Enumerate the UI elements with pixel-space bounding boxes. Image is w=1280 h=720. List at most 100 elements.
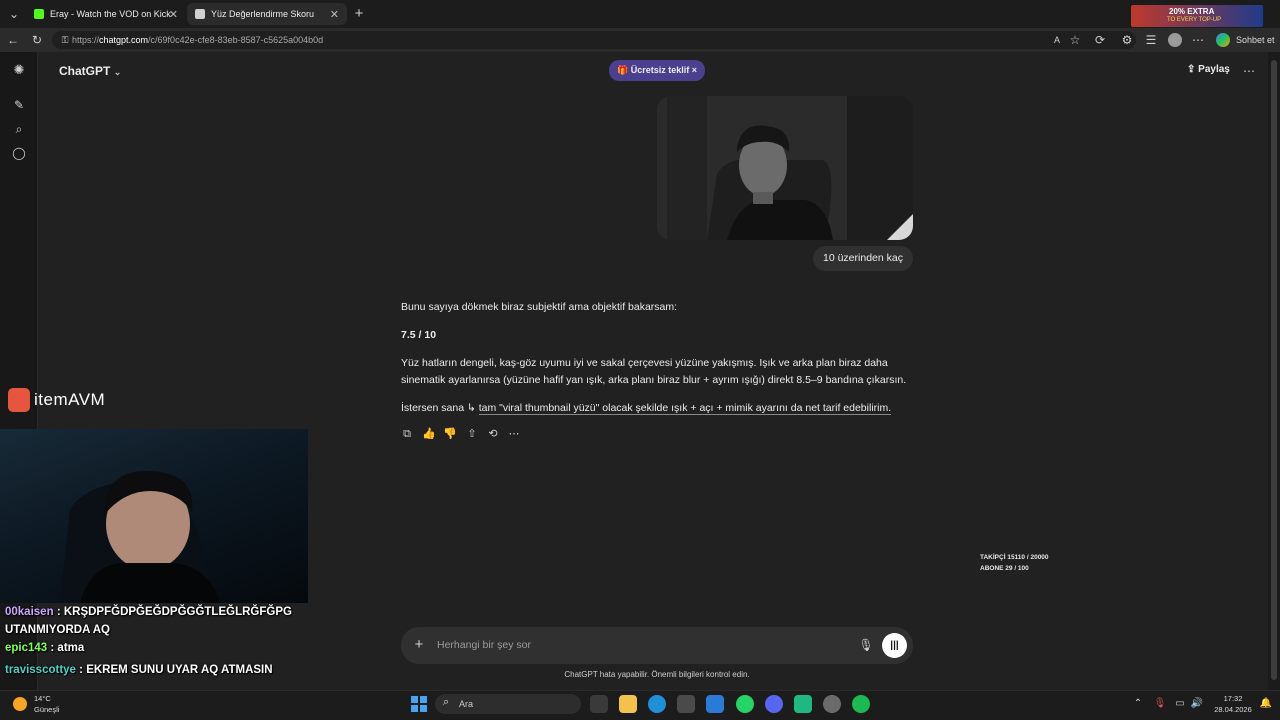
chat-text: : atma [50, 642, 85, 654]
assistant-text: İstersen sana ↳ [401, 402, 476, 414]
address-bar[interactable]: https://chatgpt.com/c/69f0c42e-cfe8-83eb… [52, 31, 1136, 49]
share-button[interactable]: ⇪ Paylaş [1187, 64, 1230, 75]
openai-logo-icon[interactable]: ✺ [11, 62, 27, 78]
tab-chatgpt[interactable]: Yüz Değerlendirme Skoru ✕ [187, 3, 347, 25]
search-icon: ⌕ [443, 696, 450, 708]
edge-browser-icon[interactable] [648, 695, 666, 713]
reload-icon[interactable]: ↻ [29, 32, 45, 48]
app-icon[interactable] [794, 695, 812, 713]
more-menu-icon[interactable]: ⋯ [1190, 32, 1206, 48]
tab-title: Eray - Watch the VOD on Kick [50, 9, 171, 19]
voice-waveform-icon: ||| [890, 640, 899, 651]
gift-icon: 🎁 [617, 65, 629, 75]
store-icon[interactable] [677, 695, 695, 713]
task-view-icon[interactable] [590, 695, 608, 713]
webcam-overlay [0, 429, 308, 603]
model-label: ChatGPT [59, 64, 111, 78]
weather-temp: 14°C [34, 694, 51, 703]
model-selector[interactable]: ChatGPT ⌄ [59, 64, 121, 78]
obs-icon[interactable] [823, 695, 841, 713]
chat-username: travisscottye [5, 664, 76, 676]
clock-time[interactable]: 17:32 [1213, 694, 1253, 703]
voice-mode-button[interactable]: ||| [882, 633, 907, 658]
free-offer-badge[interactable]: 🎁 Ücretsiz teklif × [609, 60, 705, 81]
chat-bubble-icon[interactable]: ◯ [11, 145, 27, 161]
attach-plus-icon[interactable]: + [411, 637, 427, 653]
close-offer-icon[interactable]: × [692, 60, 697, 81]
kick-favicon-icon [34, 9, 44, 19]
url-prefix: https:// [72, 35, 100, 45]
copilot-chat-label[interactable]: Sohbet et [1236, 35, 1275, 45]
volume-icon[interactable]: 🔊 [1189, 696, 1205, 712]
chevron-down-icon: ⌄ [113, 67, 122, 77]
new-chat-icon[interactable]: ✎ [11, 97, 27, 113]
tab-title: Yüz Değerlendirme Skoru [211, 9, 315, 19]
favorite-star-icon[interactable]: ☆ [1067, 32, 1083, 48]
itemavm-brand-text: itemAVM [34, 390, 106, 409]
tab-kick[interactable]: Eray - Watch the VOD on Kick ✕ [26, 3, 186, 25]
mail-icon[interactable] [706, 695, 724, 713]
browser-essentials-icon[interactable]: ⚙ [1119, 32, 1135, 48]
chat-username: epic143 [5, 642, 48, 654]
close-tab-icon[interactable]: ✕ [330, 8, 339, 21]
taskbar-search[interactable]: ⌕ Ara [435, 694, 581, 714]
close-tab-icon[interactable]: ✕ [169, 8, 178, 21]
url-host: chatgpt.com [99, 35, 149, 45]
prompt-input[interactable]: Herhangi bir şey sor [437, 639, 837, 651]
ad-text: 20% EXTRA [1169, 7, 1215, 16]
file-explorer-icon[interactable] [619, 695, 637, 713]
assistant-paragraph: Bunu sayıya dökmek biraz subjektif ama o… [401, 301, 678, 313]
share-label: Paylaş [1198, 64, 1230, 75]
collections-icon[interactable]: ☰ [1143, 32, 1159, 48]
profile-avatar[interactable] [1168, 33, 1182, 47]
assistant-paragraph: Yüz hatların dengeli, kaş-göz uyumu iyi … [401, 357, 907, 386]
scrollbar[interactable] [1268, 52, 1280, 690]
network-icon[interactable]: ▭ [1172, 696, 1188, 712]
spotify-icon[interactable] [852, 695, 870, 713]
disclaimer: ChatGPT hata yapabilir. Önemli bilgileri… [564, 670, 750, 679]
chat-message: epic143 : atma [5, 642, 305, 654]
microphone-active-icon[interactable]: 🎙 [1152, 696, 1168, 712]
copy-icon[interactable]: ⧉ [399, 426, 415, 442]
thumbs-down-icon[interactable]: 👎 [442, 426, 458, 442]
free-offer-label: Ücretsiz teklif [630, 65, 690, 75]
chat-username: 00kaisen [5, 606, 54, 618]
assistant-score: 7.5 / 10 [401, 329, 437, 341]
follow-up-suggestion-link[interactable]: tam "viral thumbnail yüzü" olacak şekild… [478, 402, 892, 415]
ad-subtext: TO EVERY TOP-UP [1167, 17, 1222, 23]
whatsapp-icon[interactable] [736, 695, 754, 713]
share-message-icon[interactable]: ⇧ [464, 426, 480, 442]
search-icon[interactable]: ⌕ [11, 121, 27, 137]
extensions-icon[interactable]: ⟳ [1092, 32, 1108, 48]
subscriber-goal: ABONE 29 / 100 [980, 565, 1029, 572]
windows-start-icon[interactable] [411, 696, 427, 712]
copilot-icon[interactable] [1216, 33, 1230, 47]
chatgpt-favicon-icon [195, 9, 205, 19]
tab-list-chevron-icon[interactable]: ⌄ [6, 6, 22, 22]
ad-banner[interactable]: 20% EXTRA TO EVERY TOP-UP [1131, 5, 1263, 27]
site-info-icon[interactable]: ⚿ [57, 32, 73, 48]
chat-message: 00kaisen : KRŞDPFĞDPĞEĞDPĞGĞTLEĞLRĞFĞPG … [5, 603, 305, 639]
show-hidden-icons-chevron-icon[interactable]: ⌃ [1130, 696, 1146, 712]
more-options-icon[interactable]: ⋯ [1241, 63, 1257, 79]
sun-weather-icon[interactable] [13, 697, 27, 711]
scrollbar-thumb[interactable] [1271, 60, 1277, 680]
follower-goal: TAKİPÇİ 15110 / 20000 [980, 554, 1049, 561]
clock-date[interactable]: 28.04.2026 [1211, 705, 1255, 714]
thumbs-up-icon[interactable]: 👍 [421, 426, 437, 442]
regenerate-icon[interactable]: ⟲ [485, 426, 501, 442]
windows-taskbar [0, 690, 1280, 720]
back-arrow-icon[interactable]: ← [5, 32, 21, 48]
new-tab-plus-icon[interactable]: + [351, 6, 367, 22]
assistant-paragraph: İstersen sana ↳ tam "viral thumbnail yüz… [401, 400, 916, 417]
more-actions-icon[interactable]: ⋯ [506, 426, 522, 442]
read-aloud-icon[interactable]: A [1049, 32, 1065, 48]
share-icon: ⇪ [1187, 64, 1196, 75]
itemavm-mascot-icon [8, 388, 30, 412]
notification-bell-icon[interactable]: 🔔 [1258, 696, 1274, 712]
user-uploaded-photo[interactable] [657, 96, 913, 240]
chat-text: : EKREM SUNU UYAR AQ ATMASIN [79, 664, 273, 676]
weather-desc: Güneşli [34, 705, 60, 714]
microphone-icon[interactable]: 🎙 [858, 637, 874, 653]
discord-icon[interactable] [765, 695, 783, 713]
